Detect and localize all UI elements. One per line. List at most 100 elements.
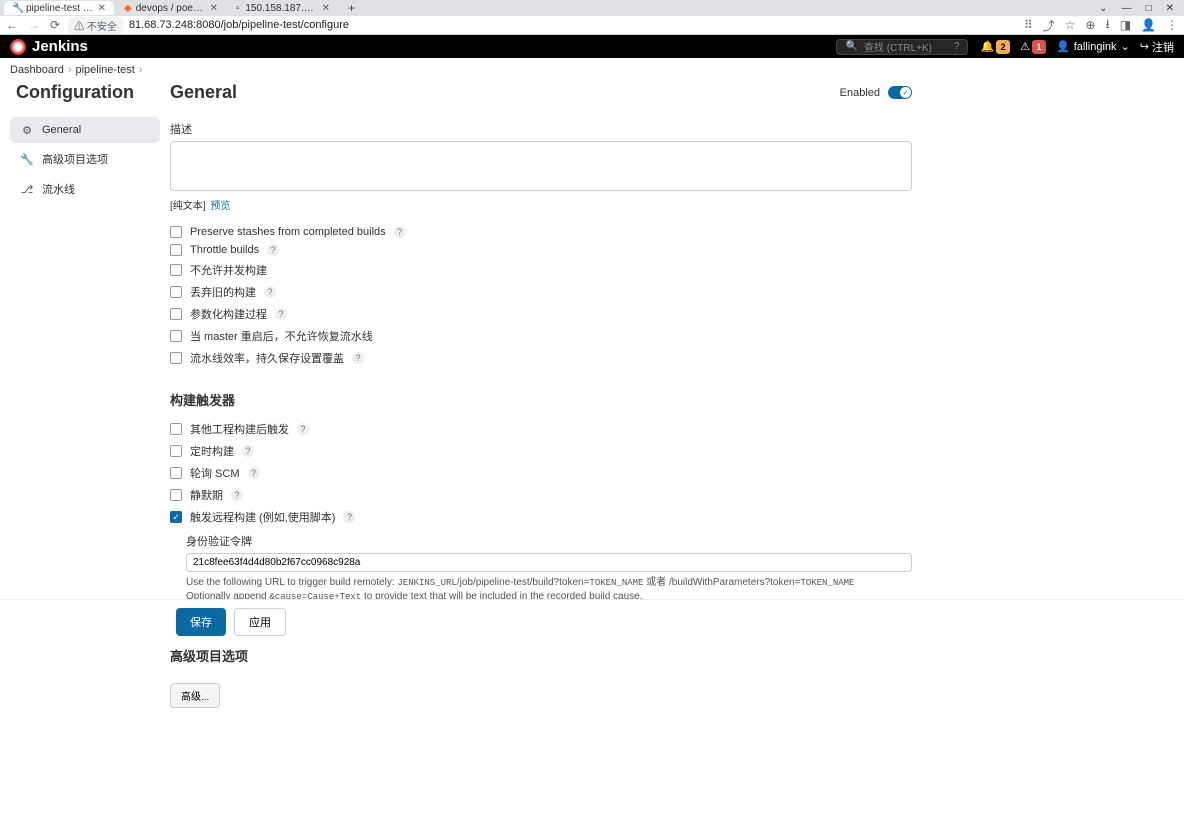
sidebar-item-general[interactable]: ⚙ General xyxy=(10,117,160,143)
menu-icon[interactable]: ⋮ xyxy=(1166,18,1178,32)
breadcrumb-job[interactable]: pipeline-test xyxy=(76,64,135,76)
triggers-heading: 构建触发器 xyxy=(170,390,912,409)
content: General Enabled 描述 [纯文本] 预览 Preserve sta… xyxy=(170,82,912,828)
checkbox[interactable] xyxy=(170,489,182,501)
general-options: Preserve stashes from completed builds ?… xyxy=(170,226,912,366)
browser-tab[interactable]: ◆ devops / poem · GitLab ✕ xyxy=(116,1,226,15)
sidepanel-icon[interactable]: ◨ xyxy=(1120,18,1131,32)
save-button[interactable]: 保存 xyxy=(176,608,226,636)
browser-tab-active[interactable]: 🔧 pipeline-test Config [Jenkins] ✕ xyxy=(4,1,114,15)
brand-text: Jenkins xyxy=(32,38,88,55)
checkbox-label: 流水线效率，持久保存设置覆盖 xyxy=(190,350,344,366)
user-menu[interactable]: 👤 fallingink ⌄ xyxy=(1056,40,1130,53)
breadcrumb: Dashboard › pipeline-test › xyxy=(0,58,1184,82)
help-icon[interactable]: ? xyxy=(394,226,406,238)
warning-icon[interactable]: ⚠1 xyxy=(1020,40,1046,54)
checkbox-row: 丢弃旧的构建 ? xyxy=(170,284,912,300)
maximize-icon[interactable]: □ xyxy=(1146,3,1152,14)
help-icon[interactable]: ? xyxy=(954,41,960,52)
description-textarea[interactable] xyxy=(170,141,912,191)
user-icon: 👤 xyxy=(1056,40,1070,53)
logout-link[interactable]: ↪ 注销 xyxy=(1140,39,1174,55)
chevron-right-icon: › xyxy=(68,64,72,76)
browser-right-icons: ⠿ ⤴ ☆ ⊕ ⭳ ◨ 👤 ⋮ xyxy=(1024,15,1178,36)
sidebar-item-advanced[interactable]: 🔧 高级项目选项 xyxy=(10,145,160,173)
help-icon[interactable]: ? xyxy=(352,352,364,364)
checkbox-label: 不允许并发构建 xyxy=(190,262,267,278)
checkbox[interactable] xyxy=(170,264,182,276)
advanced-button[interactable]: 高级... xyxy=(170,683,220,708)
sidebar-item-label: 流水线 xyxy=(42,181,75,197)
breadcrumb-dashboard[interactable]: Dashboard xyxy=(10,64,64,76)
page-favicon-icon: ▫ xyxy=(236,3,241,13)
logout-icon: ↪ xyxy=(1140,40,1149,53)
token-input[interactable] xyxy=(186,553,912,572)
forward-icon[interactable]: → xyxy=(28,18,40,32)
search-icon: 🔍 xyxy=(845,41,857,52)
window-close-icon[interactable]: ✕ xyxy=(1166,3,1174,14)
checkbox[interactable] xyxy=(170,226,182,238)
preview-link[interactable]: 预览 xyxy=(210,201,230,212)
checkbox[interactable] xyxy=(170,445,182,457)
security-warning[interactable]: ⚠ 不安全 xyxy=(68,17,123,34)
checkbox[interactable] xyxy=(170,330,182,342)
minimize-icon[interactable]: — xyxy=(1122,3,1132,14)
close-icon[interactable]: ✕ xyxy=(322,3,330,14)
install-icon[interactable]: ⊕ xyxy=(1085,18,1095,32)
help-icon[interactable]: ? xyxy=(242,445,254,457)
checkbox-row: 流水线效率，持久保存设置覆盖 ? xyxy=(170,350,912,366)
page-title: General xyxy=(170,82,237,103)
chevron-down-icon[interactable]: ⌄ xyxy=(1099,3,1107,14)
browser-tab[interactable]: ▫ 150.158.187.211:8080/poem... ✕ xyxy=(228,1,338,15)
star-icon[interactable]: ☆ xyxy=(1065,18,1076,32)
checkbox-row: 参数化构建过程 ? xyxy=(170,306,912,322)
close-icon[interactable]: ✕ xyxy=(210,3,218,14)
bottom-action-bar: 保存 应用 xyxy=(0,599,1184,644)
enabled-toggle[interactable] xyxy=(888,86,912,99)
checkbox-row: ✓ 触发远程构建 (例如,使用脚本) ? xyxy=(170,509,912,525)
tab-title: 150.158.187.211:8080/poem... xyxy=(245,3,317,14)
search-input[interactable]: 🔍 查找 (CTRL+K) ? xyxy=(836,39,968,55)
jenkins-logo[interactable]: Jenkins xyxy=(10,38,88,55)
checkbox[interactable]: ✓ xyxy=(170,511,182,523)
sidebar-title: Configuration xyxy=(10,82,160,103)
help-icon[interactable]: ? xyxy=(297,423,309,435)
help-icon[interactable]: ? xyxy=(231,489,243,501)
description-field-group: 描述 [纯文本] 预览 xyxy=(170,121,912,212)
share-icon[interactable]: ⤴ xyxy=(1043,17,1055,34)
checkbox-label: 定时构建 xyxy=(190,443,234,459)
sidebar-item-label: 高级项目选项 xyxy=(42,151,108,167)
main-layout: Configuration ⚙ General 🔧 高级项目选项 ⎇ 流水线 G… xyxy=(0,82,1184,828)
checkbox[interactable] xyxy=(170,467,182,479)
plain-text-label: [纯文本] xyxy=(170,201,206,212)
checkbox[interactable] xyxy=(170,423,182,435)
back-icon[interactable]: ← xyxy=(6,18,18,32)
new-tab-button[interactable]: + xyxy=(340,1,363,15)
address-bar: ← → ⟳ ⚠ 不安全 81.68.73.248:8080/job/pipeli… xyxy=(0,16,1184,34)
checkbox[interactable] xyxy=(170,308,182,320)
download-icon[interactable]: ⭳ xyxy=(1106,15,1110,36)
sidebar-item-pipeline[interactable]: ⎇ 流水线 xyxy=(10,175,160,203)
tab-bar: 🔧 pipeline-test Config [Jenkins] ✕ ◆ dev… xyxy=(0,0,1184,16)
enabled-toggle-group: Enabled xyxy=(840,86,912,99)
help-icon[interactable]: ? xyxy=(275,308,287,320)
help-icon[interactable]: ? xyxy=(264,286,276,298)
close-icon[interactable]: ✕ xyxy=(98,3,106,14)
help-icon[interactable]: ? xyxy=(248,467,260,479)
reload-icon[interactable]: ⟳ xyxy=(50,18,60,32)
checkbox-row: Preserve stashes from completed builds ? xyxy=(170,226,912,238)
translate-icon[interactable]: ⠿ xyxy=(1024,18,1033,32)
checkbox-label: 触发远程构建 (例如,使用脚本) xyxy=(190,509,335,525)
bell-icon[interactable]: 🔔2 xyxy=(980,40,1010,54)
preview-row: [纯文本] 预览 xyxy=(170,197,912,212)
checkbox[interactable] xyxy=(170,352,182,364)
url-field[interactable]: ⚠ 不安全 81.68.73.248:8080/job/pipeline-tes… xyxy=(68,17,1016,34)
checkbox[interactable] xyxy=(170,286,182,298)
help-icon[interactable]: ? xyxy=(267,244,279,256)
checkbox-row: 轮询 SCM ? xyxy=(170,465,912,481)
profile-icon[interactable]: 👤 xyxy=(1141,18,1156,32)
help-icon[interactable]: ? xyxy=(343,511,355,523)
checkbox-label: 轮询 SCM xyxy=(190,465,240,481)
apply-button[interactable]: 应用 xyxy=(234,608,286,636)
checkbox[interactable] xyxy=(170,244,182,256)
